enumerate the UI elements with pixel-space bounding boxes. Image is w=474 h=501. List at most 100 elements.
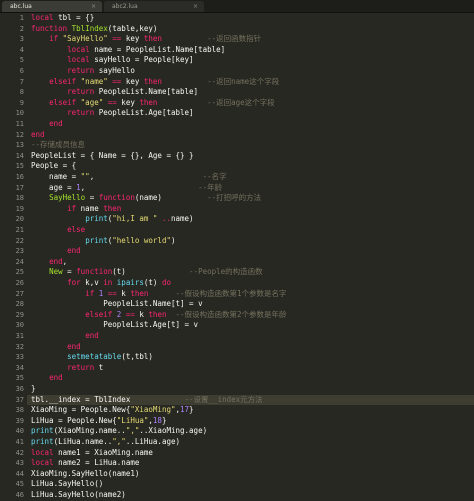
code-line: local name1 = XiaoMing.name bbox=[31, 448, 153, 459]
line-number: 35 bbox=[15, 374, 24, 383]
code-line: elseif 2 == k then --假设构造函数第2个参数是年龄 bbox=[31, 309, 286, 321]
line-number: 25 bbox=[15, 268, 24, 277]
code-line: LiHua.SayHello() bbox=[31, 479, 103, 490]
code-token: end bbox=[49, 373, 63, 383]
line-number: 29 bbox=[15, 310, 24, 319]
code-token: LiHua.SayHello() bbox=[31, 479, 104, 489]
code-token: local bbox=[67, 44, 90, 54]
code-token: .. bbox=[157, 214, 171, 224]
code-token: then bbox=[143, 76, 162, 86]
line-number: 10 bbox=[15, 109, 24, 118]
code-token: end bbox=[49, 119, 63, 128]
close-icon[interactable]: × bbox=[193, 1, 198, 12]
code-line: name = "", --名字 bbox=[31, 172, 227, 183]
line-number: 19 bbox=[15, 204, 24, 213]
code-token: "name" bbox=[76, 76, 108, 86]
code-line: PeopleList.Name[t] = v bbox=[31, 299, 203, 310]
code-line: end, bbox=[31, 257, 67, 268]
code-token: "hello world" bbox=[112, 235, 171, 245]
tab-abc-lua[interactable]: abc.lua × bbox=[2, 1, 102, 12]
code-token: name) bbox=[170, 214, 194, 224]
code-token: == bbox=[121, 309, 135, 319]
code-token: key bbox=[121, 76, 144, 86]
line-number: 33 bbox=[15, 353, 24, 362]
code-token: age = bbox=[31, 182, 77, 192]
code-line: else bbox=[31, 225, 85, 236]
tab-label: abc.lua bbox=[10, 3, 32, 10]
code-token: end bbox=[67, 246, 81, 256]
code-token: for bbox=[67, 278, 81, 287]
line-number: 16 bbox=[15, 173, 24, 181]
code-line: print(XiaoMing.name..","..XiaoMing.age) bbox=[31, 426, 207, 437]
code-token: elseif bbox=[49, 97, 77, 107]
line-number: 32 bbox=[15, 342, 24, 351]
line-number: 23 bbox=[15, 247, 24, 256]
code-line: PeopleList = { Name = {}, Age = {} } bbox=[31, 151, 194, 162]
code-token: "hi,I am " bbox=[112, 214, 158, 224]
code-token: --年龄 bbox=[85, 182, 223, 192]
code-token: setmetatable bbox=[67, 352, 122, 362]
code-line: People = { bbox=[31, 161, 76, 172]
code-token: 18 bbox=[152, 415, 162, 425]
tab-abc2-lua[interactable]: abc2.lua × bbox=[104, 1, 204, 12]
code-token: return bbox=[67, 66, 95, 75]
close-icon[interactable]: × bbox=[91, 1, 96, 12]
line-number: 40 bbox=[15, 427, 24, 436]
line-number: 45 bbox=[15, 480, 24, 489]
code-token: --存储成员信息 bbox=[31, 140, 86, 150]
code-line: end bbox=[31, 119, 63, 130]
line-number: 36 bbox=[15, 385, 24, 393]
code-token: name2 = LiHua.name bbox=[53, 458, 140, 468]
code-token: then bbox=[143, 34, 162, 44]
line-number: 17 bbox=[15, 183, 24, 192]
code-token: == bbox=[103, 288, 117, 298]
code-line: SayHello = function(name) --打招呼的方法 bbox=[31, 193, 261, 204]
code-token: end bbox=[49, 256, 63, 266]
line-number: 27 bbox=[15, 289, 24, 298]
code-editor[interactable]: 1 2 3 4 5 6 7 8 9 10 11 12 13 14 15 16 17 18 19 20 21 22 23 24 2… bbox=[0, 13, 474, 499]
code-token: ..XiaoMing.age) bbox=[139, 426, 208, 436]
code-token: if bbox=[67, 203, 77, 213]
code-token: XiaoMing = People.New{ bbox=[31, 405, 131, 415]
line-number: 30 bbox=[15, 321, 24, 330]
line-number: 22 bbox=[15, 236, 24, 245]
line-number: 5 bbox=[19, 56, 24, 65]
code-line: LiHua.SayHello(name2) bbox=[31, 490, 126, 501]
code-token: } bbox=[189, 405, 194, 415]
line-number: 44 bbox=[15, 469, 24, 478]
code-token: local bbox=[67, 55, 90, 65]
code-token: 2 bbox=[112, 309, 122, 319]
code-token: LiHua = People.New{ bbox=[31, 415, 117, 425]
code-token: (name) bbox=[134, 193, 162, 203]
code-token: PeopleList = { Name = {}, Age = {} } bbox=[31, 150, 194, 160]
line-number: 39 bbox=[15, 416, 24, 425]
line-number-gutter: 1 2 3 4 5 6 7 8 9 10 11 12 13 14 15 16 17 18 19 20 21 22 23 24 2… bbox=[0, 13, 27, 499]
code-token: if bbox=[85, 288, 95, 298]
code-line: elseif "age" == key then --返回age这个字段 bbox=[31, 98, 275, 109]
code-line: local sayHello = People[key] bbox=[31, 55, 193, 66]
code-line: elseif "name" == key then --返回name这个字段 bbox=[31, 77, 279, 88]
code-token: "" bbox=[80, 172, 90, 181]
line-number: 14 bbox=[15, 151, 24, 160]
line-number: 3 bbox=[19, 35, 24, 44]
code-token: PeopleList.Name[t] = v bbox=[31, 299, 203, 309]
tab-label: abc2.lua bbox=[112, 3, 138, 10]
code-token: function bbox=[31, 23, 68, 33]
code-line: end bbox=[31, 246, 81, 257]
code-token: (t,tbl) bbox=[121, 352, 153, 362]
code-token: name bbox=[76, 203, 104, 213]
line-number: 34 bbox=[15, 363, 24, 372]
code-line: if "SayHello" == key then --返回函数指针 bbox=[31, 34, 261, 45]
code-token: print bbox=[85, 235, 108, 245]
